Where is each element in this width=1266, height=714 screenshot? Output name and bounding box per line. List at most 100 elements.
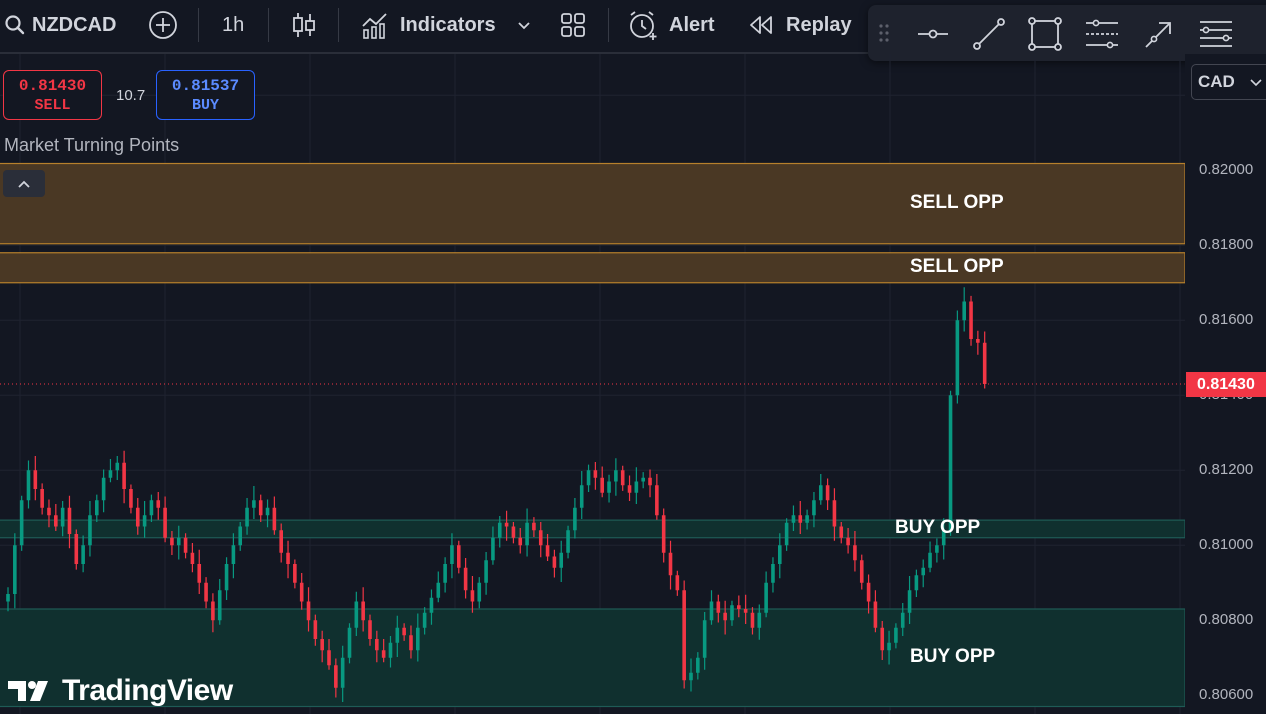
alert-button[interactable]: Alert xyxy=(627,0,715,50)
candle-body xyxy=(648,477,652,486)
candle-body xyxy=(614,470,618,482)
candle-body xyxy=(402,627,406,636)
candle-body xyxy=(204,582,208,602)
toolbar-divider xyxy=(338,8,339,42)
candle-body xyxy=(211,601,215,621)
alarm-clock-icon xyxy=(630,11,657,40)
candle-body xyxy=(532,522,536,531)
sell-opp-zone xyxy=(0,252,1185,284)
price-tick-label: 0.81800 xyxy=(1199,236,1254,254)
sell-opp-label: SELL OPP xyxy=(910,191,1004,213)
candle-body xyxy=(921,567,926,576)
candle-body xyxy=(784,522,789,546)
candle-body xyxy=(873,601,878,628)
candle-body xyxy=(436,582,441,598)
candle-body xyxy=(54,515,58,527)
drag-handle-icon[interactable] xyxy=(878,23,890,43)
price-tick-label: 0.80800 xyxy=(1199,611,1254,629)
candle-body xyxy=(33,470,38,489)
trend-line-tool-icon[interactable] xyxy=(972,17,1006,51)
candle-body xyxy=(689,672,693,681)
price-tick-label: 0.81200 xyxy=(1199,461,1254,479)
candle-body xyxy=(771,564,775,583)
candle-body xyxy=(450,545,454,564)
arrow-tool-icon[interactable] xyxy=(1142,17,1176,51)
plus-circle-icon xyxy=(149,11,177,39)
candle-body xyxy=(805,515,809,523)
layout-button[interactable] xyxy=(560,0,586,50)
parallel-channel-tool-icon[interactable] xyxy=(1084,17,1120,51)
replay-button[interactable]: Replay xyxy=(748,0,852,50)
candle-body xyxy=(716,601,721,613)
candle-body xyxy=(108,470,113,478)
drawing-toolbar xyxy=(868,5,1266,61)
candle-body xyxy=(504,522,509,527)
candle-body xyxy=(183,537,188,553)
candle-body xyxy=(538,530,543,546)
sell-button[interactable]: 0.81430 SELL xyxy=(3,70,102,120)
candle-body xyxy=(730,605,734,621)
candle-body xyxy=(422,612,427,628)
candle-body xyxy=(723,612,727,621)
candle-body xyxy=(641,477,645,482)
candle-body xyxy=(791,515,796,523)
candle-body xyxy=(409,635,413,651)
compare-symbol-button[interactable] xyxy=(148,0,178,50)
symbol-search-button[interactable]: NZDCAD xyxy=(4,0,116,50)
candle-body xyxy=(368,620,372,639)
candle-body xyxy=(702,620,707,658)
legend-collapse-button[interactable] xyxy=(3,170,45,197)
candle-body xyxy=(47,507,51,516)
candle-body xyxy=(6,594,10,602)
candle-body xyxy=(258,500,263,516)
indicators-button[interactable]: Indicators xyxy=(360,0,496,50)
current-price-label: 0.81430 xyxy=(1186,372,1266,397)
chart-type-button[interactable] xyxy=(291,0,317,50)
candle-body xyxy=(463,567,468,591)
candle-body xyxy=(832,500,837,527)
symbol-name: NZDCAD xyxy=(32,13,117,36)
candle-body xyxy=(156,500,161,508)
candle-body xyxy=(381,650,386,658)
candle-body xyxy=(907,590,912,613)
candle-body xyxy=(880,627,885,651)
candle-body xyxy=(67,507,72,534)
rewind-icon xyxy=(750,16,772,34)
fib-retracement-tool-icon[interactable] xyxy=(1198,17,1234,51)
candle-body xyxy=(655,485,659,516)
tradingview-logo[interactable]: TradingView xyxy=(8,674,233,708)
candle-body xyxy=(101,477,106,501)
candle-body xyxy=(491,537,495,561)
candle-body xyxy=(962,301,966,321)
candle-body xyxy=(887,642,891,651)
candle-body xyxy=(60,507,65,527)
candle-body xyxy=(586,470,591,486)
rectangle-tool-icon[interactable] xyxy=(1028,17,1062,51)
candle-body xyxy=(955,320,960,396)
candle-body xyxy=(839,526,844,538)
buy-price: 0.81537 xyxy=(171,77,240,95)
candle-body xyxy=(675,575,680,591)
candle-body xyxy=(456,545,461,568)
candle-body xyxy=(859,560,864,583)
indicator-legend-title[interactable]: Market Turning Points xyxy=(4,135,179,156)
candle-body xyxy=(757,612,762,628)
buy-button[interactable]: 0.81537 BUY xyxy=(156,70,255,120)
currency-label: CAD xyxy=(1198,72,1235,91)
buy-opp-zone xyxy=(0,519,1185,539)
horizontal-ray-tool-icon[interactable] xyxy=(916,17,950,51)
candle-body xyxy=(13,545,17,594)
candle-body xyxy=(525,522,529,546)
interval-button[interactable]: 1h xyxy=(222,0,244,50)
candle-body xyxy=(354,601,359,628)
candle-body xyxy=(668,552,673,576)
currency-selector[interactable]: CAD xyxy=(1191,64,1266,100)
candle-body xyxy=(928,552,932,568)
price-tick-label: 0.81000 xyxy=(1199,536,1254,554)
candle-body xyxy=(334,665,338,688)
candle-body xyxy=(593,470,598,478)
price-tick-label: 0.82000 xyxy=(1199,161,1254,179)
indicators-dropdown-button[interactable] xyxy=(516,0,532,50)
toolbar-divider xyxy=(608,8,609,42)
candle-body xyxy=(607,481,611,493)
